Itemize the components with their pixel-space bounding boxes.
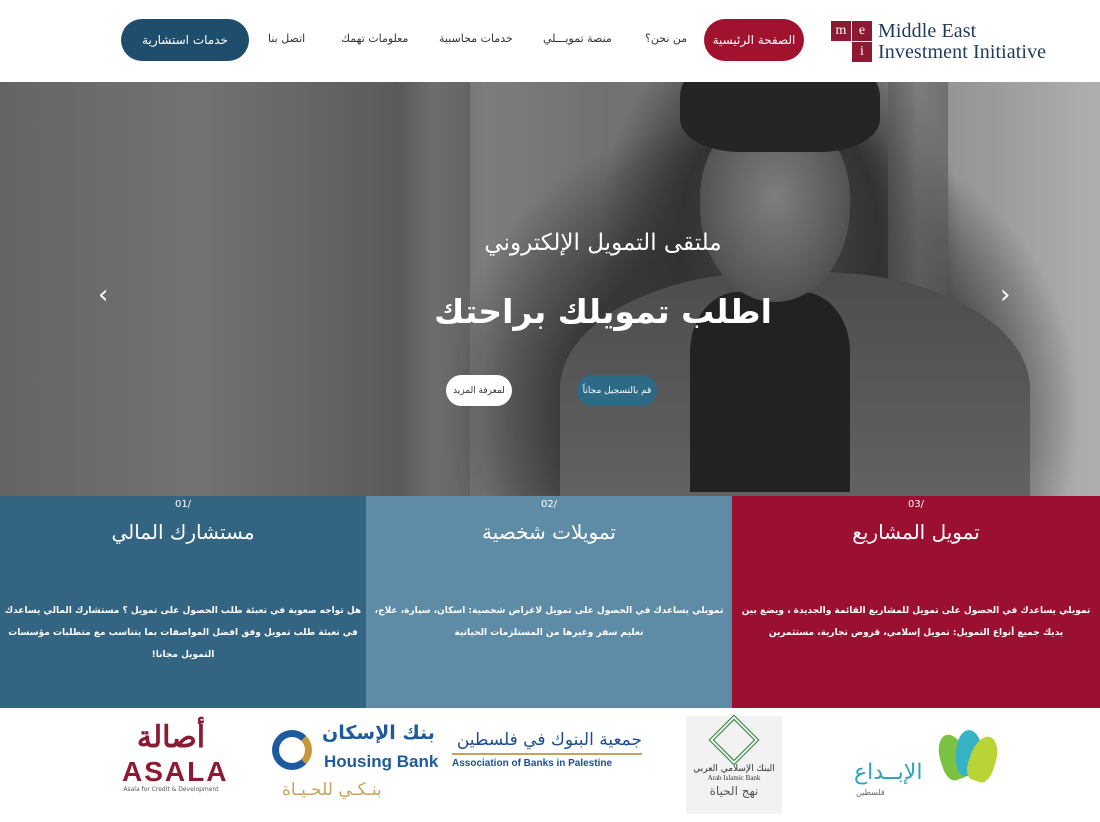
nav-item-about[interactable]: من نحن؟ — [645, 32, 687, 45]
register-free-button[interactable]: قم بالتسجيل مجاناً — [577, 375, 657, 406]
housing-bank-tagline: بنـكـي للحـيـاة — [282, 780, 382, 800]
service-number: 03/ — [907, 499, 925, 510]
housing-bank-arabic: بنك الإسكان — [322, 722, 435, 744]
site-header: m e i Middle East Investment Initiative … — [0, 0, 1100, 82]
service-description: هل تواجه صعوبة في تعبئة طلب الحصول على ت… — [4, 606, 362, 660]
hero-subtitle: ملتقى التمويل الإلكتروني — [484, 230, 722, 256]
aib-tagline: نهج الحياة — [709, 784, 759, 798]
service-description: تمويلي يساعدك في الحصول على تمويل للمشار… — [741, 606, 1091, 638]
partners-strip: أصالة ASALA Asala for Credit & Developme… — [0, 708, 1100, 822]
partner-logo-housing-bank[interactable]: بنك الإسكان Housing Bank بنـكـي للحـيـاة — [272, 722, 450, 810]
partner-logo-abp[interactable]: جمعية البنوك في فلسطين Association of Ba… — [452, 730, 642, 790]
partner-logo-ibdaa[interactable]: الإبــداع فلسطين — [850, 730, 1003, 810]
service-title: تمويلات شخصية — [482, 520, 616, 544]
nav-consulting-button[interactable]: خدمات استشارية — [121, 19, 249, 61]
hero-title: اطلب تمويلك براحتك — [434, 292, 772, 331]
hero-slider: ملتقى التمويل الإلكتروني اطلب تمويلك برا… — [0, 82, 1100, 496]
service-title: تمويل المشاريع — [852, 520, 980, 544]
aib-english: Arab Islamic Bank — [707, 774, 761, 782]
service-number: 01/ — [174, 499, 192, 510]
aib-arabic: البنك الإسلامي العربي — [693, 764, 775, 774]
abp-divider — [452, 753, 642, 755]
nav-item-contact[interactable]: اتصل بنا — [268, 32, 305, 45]
learn-more-button[interactable]: لمعرفة المزيد — [446, 375, 512, 406]
service-title: مستشارك المالي — [111, 520, 255, 544]
ibdaa-arabic: الإبــداع — [854, 760, 923, 785]
abp-arabic: جمعية البنوك في فلسطين — [456, 730, 642, 750]
aib-emblem-icon — [708, 714, 760, 766]
service-description: تمويلي يساعدك في الحصول على تمويل لاغراض… — [374, 606, 724, 638]
nav-home-button[interactable]: الصفحة الرئيسية — [704, 19, 804, 61]
asala-small: Asala for Credit & Development — [123, 786, 219, 793]
abp-english: Association of Banks in Palestine — [452, 758, 613, 769]
service-number: 02/ — [540, 499, 558, 510]
partner-logo-asala[interactable]: أصالة ASALA Asala for Credit & Developme… — [122, 718, 229, 814]
asala-english: ASALA — [122, 756, 229, 787]
partner-logo-arab-islamic-bank[interactable]: البنك الإسلامي العربي Arab Islamic Bank … — [686, 714, 782, 814]
slider-next-icon[interactable]: › — [1000, 280, 1010, 310]
service-panel-projects[interactable]: 03/ تمويل المشاريع تمويلي يساعدك في الحص… — [732, 496, 1100, 708]
housing-bank-swirl-icon — [272, 730, 312, 770]
service-panel-personal[interactable]: 02/ تمويلات شخصية تمويلي يساعدك في الحصو… — [366, 496, 732, 708]
ibdaa-small: فلسطين — [856, 788, 885, 797]
nav-item-info[interactable]: معلومات تهمك — [341, 32, 408, 45]
nav-item-platform[interactable]: منصة تمويـــلي — [543, 32, 612, 45]
nav-item-accounting[interactable]: خدمات محاسبية — [439, 32, 513, 45]
hero-overlay — [0, 82, 1100, 496]
housing-bank-english: Housing Bank — [324, 752, 439, 771]
slider-prev-icon[interactable]: ‹ — [98, 280, 108, 310]
service-panel-advisor[interactable]: 01/ مستشارك المالي هل تواجه صعوبة في تعب… — [0, 496, 366, 708]
asala-arabic: أصالة — [136, 720, 206, 755]
main-nav: الصفحة الرئيسية من نحن؟ منصة تمويـــلي خ… — [0, 0, 1100, 82]
